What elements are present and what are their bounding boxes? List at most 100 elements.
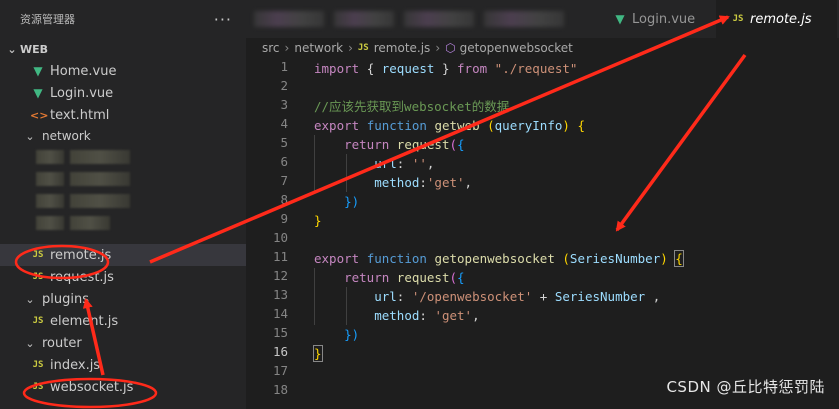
obscured-icon <box>36 216 64 230</box>
line-number-current: 16 <box>272 344 288 359</box>
token-keyword: return <box>344 270 390 285</box>
obscured-icon <box>36 194 64 208</box>
js-icon: JS <box>32 272 44 282</box>
tree-item-text-html[interactable]: <> text.html <box>0 104 246 126</box>
tree-item-label: text.html <box>50 107 110 123</box>
token-string: "./request" <box>494 61 578 76</box>
obscured-tab <box>404 11 474 27</box>
js-icon: JS <box>732 14 744 24</box>
chevron-down-icon: ⌄ <box>7 42 17 56</box>
obscured-row <box>0 190 246 212</box>
tree-folder-label: network <box>42 129 91 143</box>
line-number: 14 <box>272 306 288 321</box>
token-bracket: { <box>457 137 465 152</box>
token-keyword: export <box>314 118 360 133</box>
line-number: 18 <box>272 382 288 397</box>
line-number: 15 <box>272 325 288 340</box>
token-bracket: } <box>313 345 323 362</box>
tab-login-vue[interactable]: ▼ Login.vue <box>598 0 709 38</box>
token-function-name: request <box>396 270 450 285</box>
obscured-tab <box>484 11 564 27</box>
tree-item-home-vue[interactable]: ▼ Home.vue <box>0 60 246 82</box>
method-cube-icon: ⬡ <box>445 41 456 55</box>
line-number: 12 <box>272 268 288 283</box>
more-actions-icon[interactable]: ··· <box>214 10 232 29</box>
tree-item-remote-js[interactable]: JS remote.js <box>0 244 246 266</box>
html-icon: <> <box>30 108 49 122</box>
token-punc: : <box>396 289 412 304</box>
js-icon: JS <box>32 382 44 392</box>
token-keyword: from <box>457 61 488 76</box>
breadcrumb-network[interactable]: network <box>294 41 343 55</box>
vue-icon: ▼ <box>615 12 625 26</box>
breadcrumb-symbol[interactable]: getopenwebsocket <box>460 41 573 55</box>
tab-label: Login.vue <box>632 11 696 27</box>
tree-item-index-js[interactable]: JS index.js <box>0 354 246 376</box>
vue-icon: ▼ <box>33 86 43 100</box>
watermark: CSDN @丘比特惩罚陆 <box>666 378 825 396</box>
obscured-icon <box>36 150 64 164</box>
line-number: 1 <box>280 59 288 74</box>
token-bracket: }) <box>344 327 360 342</box>
obscured-row <box>0 168 246 190</box>
tree-item-label: remote.js <box>50 247 112 263</box>
token-bracket: ( <box>449 270 458 285</box>
token-punc: : <box>396 156 412 171</box>
obscured-row <box>0 212 246 234</box>
obscured-label <box>70 150 130 164</box>
token-punc: { <box>366 61 382 76</box>
tree-item-request-js[interactable]: JS request.js <box>0 266 246 288</box>
tree-item-login-vue[interactable]: ▼ Login.vue <box>0 82 246 104</box>
chevron-down-icon: ⌄ <box>25 292 35 306</box>
js-icon: JS <box>32 250 44 260</box>
token-bracket: { <box>674 250 684 267</box>
tab-remote-js[interactable]: JS remote.js <box>716 0 837 38</box>
chevron-right-icon: › <box>284 41 290 55</box>
explorer-header: 资源管理器 ··· <box>0 0 246 38</box>
token-identifier: request <box>381 61 435 76</box>
tab-label: remote.js <box>750 11 812 27</box>
breadcrumb-file[interactable]: remote.js <box>374 41 431 55</box>
editor-tab-bar: ▼ Login.vue JS remote.js <box>246 0 839 38</box>
tree-item-websocket-js[interactable]: JS websocket.js <box>0 376 246 398</box>
explorer-root-web[interactable]: ⌄ WEB <box>0 38 246 60</box>
tree-folder-router[interactable]: ⌄ router <box>0 332 246 354</box>
obscured-tab <box>254 11 324 27</box>
token-punc: , <box>645 289 661 304</box>
token-punc: , <box>472 308 480 323</box>
tree-item-element-js[interactable]: JS element.js <box>0 310 246 332</box>
token-bracket: } <box>314 213 322 228</box>
obscured-label <box>70 194 130 208</box>
explorer-sidebar: 资源管理器 ··· ⌄ WEB ▼ Home.vue ▼ Login.vue <… <box>0 0 246 409</box>
js-icon: JS <box>32 316 44 326</box>
tree-item-label: Login.vue <box>50 85 114 101</box>
obscured-label <box>70 172 130 186</box>
token-punc: : <box>419 175 427 190</box>
tree-folder-label: router <box>42 335 82 351</box>
token-keyword: function <box>366 118 427 133</box>
vue-icon: ▼ <box>33 64 43 78</box>
token-bracket: ) <box>660 251 668 266</box>
line-number: 4 <box>280 116 288 131</box>
token-string: 'get' <box>434 308 473 323</box>
token-punc: } <box>434 61 450 76</box>
token-bracket: ) <box>562 118 570 133</box>
token-punc: , <box>464 175 473 190</box>
tree-folder-plugins[interactable]: ⌄ plugins <box>0 288 246 310</box>
token-param: SeriesNumber <box>569 251 661 266</box>
code-editor[interactable]: 1 2 3 4 5 6 7 8 9 10 11 12 13 14 15 16 1… <box>246 58 839 409</box>
token-property: url <box>374 156 397 171</box>
line-number: 2 <box>280 78 288 93</box>
token-bracket: ( <box>449 137 458 152</box>
breadcrumb: src › network › JS remote.js › ⬡ getopen… <box>262 38 573 58</box>
chevron-down-icon: ⌄ <box>25 336 35 350</box>
breadcrumb-src[interactable]: src <box>262 41 280 55</box>
obscured-tab <box>334 11 394 27</box>
tree-folder-network[interactable]: ⌄ network <box>0 126 246 146</box>
chevron-right-icon: › <box>348 41 353 55</box>
tree-item-label: websocket.js <box>50 379 134 395</box>
token-keyword: export <box>314 251 360 266</box>
tree-item-label: index.js <box>50 357 101 373</box>
token-comment: //应该先获取到websocket的数据 <box>314 99 510 114</box>
